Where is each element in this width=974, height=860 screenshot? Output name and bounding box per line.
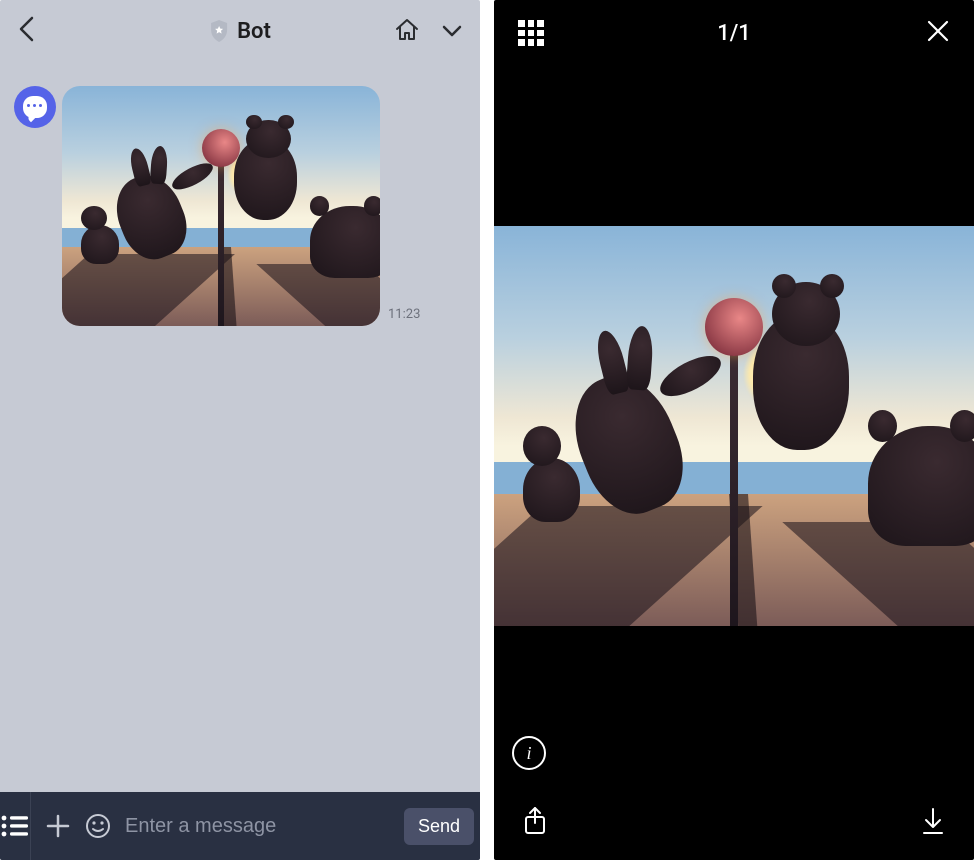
share-button[interactable] bbox=[522, 806, 548, 840]
sunset-illustration bbox=[62, 86, 380, 326]
menu-button[interactable] bbox=[0, 792, 31, 860]
image-counter: 1/1 bbox=[717, 21, 751, 46]
send-button[interactable]: Send bbox=[404, 808, 474, 845]
image-viewer-panel: 1/1 i bbox=[494, 0, 974, 860]
download-button[interactable] bbox=[920, 806, 946, 840]
dropdown-button[interactable] bbox=[442, 22, 462, 41]
grid-button[interactable] bbox=[518, 20, 544, 46]
message-input[interactable] bbox=[125, 792, 390, 860]
chat-header: Bot bbox=[0, 0, 480, 62]
smiley-icon bbox=[85, 813, 111, 839]
message-timestamp: 11:23 bbox=[388, 307, 420, 326]
messages-area: 11:23 bbox=[0, 62, 480, 792]
home-icon bbox=[394, 17, 420, 41]
chevron-left-icon bbox=[18, 16, 34, 42]
close-button[interactable] bbox=[926, 19, 950, 47]
chat-title: Bot bbox=[237, 19, 271, 44]
emoji-button[interactable] bbox=[85, 792, 111, 860]
viewer-body[interactable] bbox=[494, 66, 974, 786]
list-icon bbox=[0, 814, 30, 838]
download-icon bbox=[920, 806, 946, 836]
back-button[interactable] bbox=[18, 16, 34, 46]
viewer-footer bbox=[494, 786, 974, 860]
home-button[interactable] bbox=[394, 17, 420, 45]
attach-button[interactable] bbox=[45, 792, 71, 860]
plus-icon bbox=[45, 813, 71, 839]
viewer-header: 1/1 bbox=[494, 0, 974, 66]
info-button[interactable]: i bbox=[512, 736, 546, 770]
chat-bubble-icon bbox=[23, 96, 47, 118]
close-icon bbox=[926, 19, 950, 43]
chat-input-bar: Send bbox=[0, 792, 480, 860]
image-message[interactable] bbox=[62, 86, 380, 326]
info-icon: i bbox=[526, 743, 531, 764]
sunset-illustration-large bbox=[494, 226, 974, 626]
bot-avatar[interactable] bbox=[14, 86, 56, 128]
message-row: 11:23 bbox=[62, 86, 466, 326]
chevron-down-icon bbox=[442, 25, 462, 37]
shield-icon bbox=[209, 19, 229, 43]
share-icon bbox=[522, 806, 548, 836]
chat-panel: Bot bbox=[0, 0, 480, 860]
